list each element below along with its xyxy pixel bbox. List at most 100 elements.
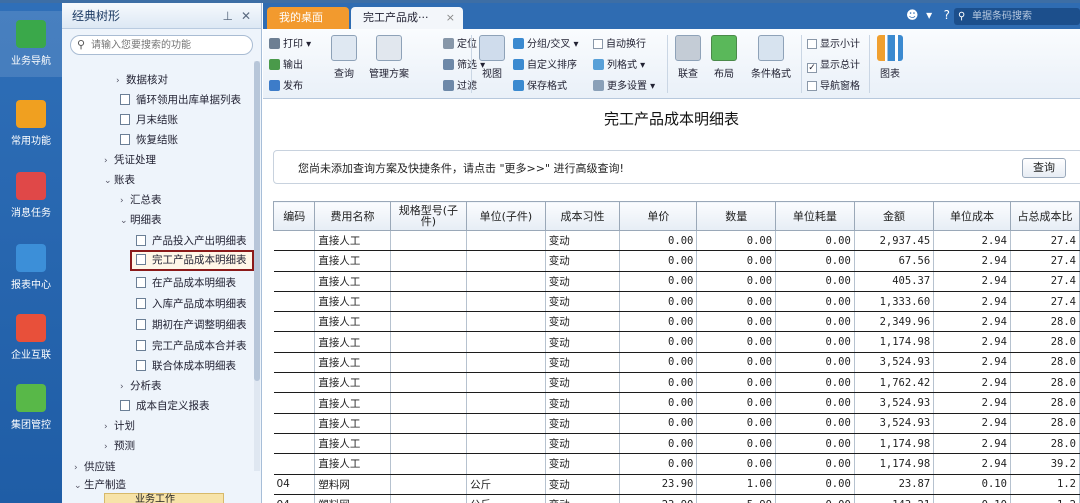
table-cell[interactable]: 塑料网 — [314, 474, 391, 495]
table-cell[interactable] — [390, 291, 468, 313]
tree-node[interactable]: › 供应链 — [74, 457, 116, 477]
table-row[interactable]: 直接人工 变动 0.00 0.00 0.00 1,333.60 2.94 27.4 — [273, 291, 1080, 313]
table-cell[interactable]: 0.00 — [619, 311, 698, 333]
tree-node[interactable]: › 分析表 — [120, 376, 162, 396]
tree-node[interactable]: 循环领用出库单据列表 — [120, 90, 241, 110]
table-row[interactable]: 直接人工 变动 0.00 0.00 0.00 3,524.93 2.94 28.0 — [273, 413, 1080, 434]
rail-report-center[interactable]: 报表中心 — [0, 235, 62, 301]
table-cell[interactable]: 23.90 — [619, 494, 698, 503]
table-cell[interactable]: 变动 — [545, 413, 621, 434]
chart-button[interactable]: 图表 — [875, 33, 905, 80]
table-cell[interactable] — [390, 311, 468, 333]
column-header[interactable]: 编码 — [272, 201, 316, 231]
nav-pane-toggle[interactable]: 导航窗格 — [807, 77, 860, 92]
table-cell[interactable]: 27.4 — [1010, 291, 1080, 313]
tree-scrollbar[interactable] — [254, 61, 260, 471]
table-cell[interactable] — [466, 352, 546, 374]
tree-node[interactable]: › 计划 — [104, 416, 135, 436]
table-cell[interactable]: 2.94 — [933, 250, 1011, 272]
table-cell[interactable] — [466, 291, 546, 313]
table-cell[interactable]: 变动 — [545, 250, 621, 272]
table-cell[interactable]: 直接人工 — [314, 352, 391, 374]
checkbox[interactable] — [807, 39, 817, 49]
table-cell[interactable] — [273, 230, 316, 252]
column-header[interactable]: 成本习性 — [544, 201, 621, 231]
table-cell[interactable] — [390, 331, 468, 353]
table-cell[interactable]: 1,762.42 — [854, 372, 935, 394]
table-cell[interactable] — [466, 250, 546, 272]
table-cell[interactable]: 1,174.98 — [854, 453, 935, 475]
table-cell[interactable] — [390, 271, 468, 292]
table-cell[interactable]: 变动 — [545, 433, 621, 455]
table-cell[interactable]: 2,937.45 — [854, 230, 935, 252]
table-row[interactable]: 04塑料网 公斤变动23.905.990.00143.210.101.2 — [273, 494, 1080, 503]
table-row[interactable]: 直接人工 变动 0.00 0.00 0.00 2,349.96 2.94 28.0 — [273, 311, 1080, 333]
table-cell[interactable]: 0.00 — [775, 413, 855, 434]
table-cell[interactable]: 0.00 — [775, 453, 855, 475]
table-cell[interactable]: 0.00 — [619, 392, 698, 414]
tree-node[interactable]: 恢复结账 — [120, 130, 178, 150]
table-cell[interactable]: 变动 — [545, 291, 621, 313]
table-cell[interactable]: 直接人工 — [314, 230, 391, 252]
show-total-toggle[interactable]: ✓ 显示总计 — [807, 56, 860, 73]
tree-node[interactable]: 成本自定义报表 — [120, 396, 210, 416]
publish-button[interactable]: 发布 — [269, 77, 303, 92]
tree-node-selected[interactable]: 完工产品成本明细表 — [130, 250, 254, 271]
table-cell[interactable] — [466, 453, 546, 475]
table-row[interactable]: 直接人工 变动 0.00 0.00 0.00 405.37 2.94 27.4 — [273, 271, 1080, 292]
rail-common-functions[interactable]: 常用功能 — [0, 91, 62, 157]
tree-node[interactable]: › 汇总表 — [120, 190, 162, 210]
column-header[interactable]: 规格型号(子件) — [389, 201, 468, 231]
table-cell[interactable] — [466, 230, 546, 252]
table-cell[interactable]: 0.00 — [619, 291, 698, 313]
column-header[interactable]: 占总成本比 — [1009, 201, 1080, 231]
view-button[interactable]: 视图 — [477, 33, 507, 80]
table-cell[interactable]: 27.4 — [1010, 250, 1080, 272]
layout-button[interactable]: 布局 — [709, 33, 739, 80]
table-cell[interactable]: 1.2 — [1010, 494, 1080, 503]
table-cell[interactable]: 2.94 — [933, 453, 1011, 475]
table-cell[interactable] — [390, 453, 468, 475]
smiley-icon[interactable]: ☻ — [906, 8, 919, 22]
table-cell[interactable]: 2.94 — [933, 271, 1011, 292]
table-cell[interactable]: 0.00 — [619, 453, 698, 475]
tab-my-desktop[interactable]: 我的桌面 — [267, 7, 349, 29]
table-cell[interactable]: 变动 — [545, 271, 621, 292]
cond-format-button[interactable]: 条件格式 — [747, 33, 795, 80]
table-cell[interactable]: 变动 — [545, 494, 621, 503]
table-cell[interactable]: 2.94 — [933, 311, 1011, 333]
help-icon[interactable]: ? — [944, 8, 950, 22]
table-cell[interactable]: 2.94 — [933, 372, 1011, 394]
table-cell[interactable]: 变动 — [545, 372, 621, 394]
tree-node[interactable]: ⌄ 生产制造 — [74, 475, 126, 495]
table-cell[interactable]: 塑料网 — [314, 494, 391, 503]
table-cell[interactable]: 27.4 — [1010, 271, 1080, 292]
checkbox[interactable] — [593, 39, 603, 49]
tree-node[interactable]: › 预测 — [104, 436, 135, 456]
table-row[interactable]: 直接人工 变动 0.00 0.00 0.00 3,524.93 2.94 28.0 — [273, 392, 1080, 414]
link-query-button[interactable]: 联查 — [673, 33, 703, 80]
table-cell[interactable]: 变动 — [545, 331, 621, 353]
table-cell[interactable]: 0.00 — [619, 271, 698, 292]
table-cell[interactable]: 0.00 — [696, 453, 777, 475]
table-cell[interactable] — [390, 413, 468, 434]
tree-node[interactable]: 期初在产调整明细表 — [136, 315, 247, 335]
table-cell[interactable] — [273, 392, 316, 414]
table-row[interactable]: 直接人工 变动 0.00 0.00 0.00 1,174.98 2.94 28.0 — [273, 433, 1080, 455]
table-row[interactable]: 直接人工 变动 0.00 0.00 0.00 1,174.98 2.94 39.2 — [273, 453, 1080, 475]
group-cross-button[interactable]: 分组/交叉 ▾ — [513, 35, 579, 50]
column-format-button[interactable]: 列格式 ▾ — [593, 56, 645, 71]
manage-scheme-button[interactable]: 管理方案 — [367, 33, 411, 80]
table-row[interactable]: 直接人工 变动 0.00 0.00 0.00 1,762.42 2.94 28.0 — [273, 372, 1080, 394]
table-cell[interactable]: 2.94 — [933, 392, 1011, 414]
print-button[interactable]: 打印 ▾ — [269, 35, 311, 50]
table-cell[interactable]: 405.37 — [854, 271, 935, 292]
tree-node[interactable]: 产品投入产出明细表 — [136, 231, 247, 251]
table-cell[interactable]: 0.00 — [775, 494, 855, 503]
table-cell[interactable]: 直接人工 — [314, 453, 391, 475]
table-cell[interactable] — [273, 271, 316, 292]
table-cell[interactable]: 0.10 — [933, 494, 1011, 503]
table-cell[interactable]: 3,524.93 — [854, 352, 935, 374]
table-cell[interactable] — [466, 392, 546, 414]
table-cell[interactable]: 0.00 — [775, 372, 855, 394]
